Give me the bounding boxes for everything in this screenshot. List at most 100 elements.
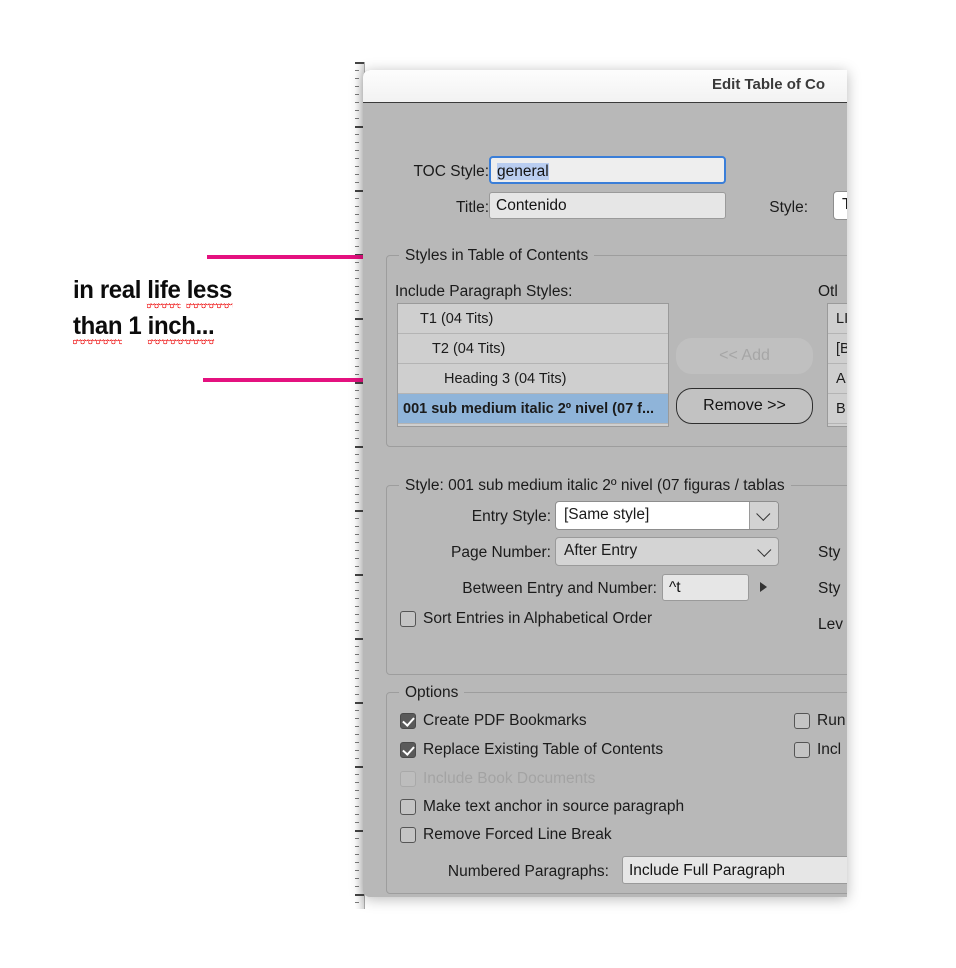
ruler-tick bbox=[355, 630, 359, 631]
run-in-checkbox[interactable] bbox=[794, 713, 810, 729]
entry-style-label: Entry Style: bbox=[471, 508, 551, 525]
ruler-tick bbox=[355, 598, 359, 599]
ruler-tick bbox=[355, 222, 359, 223]
ruler-tick bbox=[355, 774, 359, 775]
make-text-anchor-checkbox[interactable] bbox=[400, 799, 416, 815]
ruler-tick bbox=[355, 742, 359, 743]
create-pdf-bookmarks-checkbox[interactable] bbox=[400, 713, 416, 729]
ruler-tick bbox=[355, 342, 359, 343]
ruler-tick bbox=[355, 438, 359, 439]
ruler-tick bbox=[355, 694, 359, 695]
ruler-tick bbox=[355, 326, 359, 327]
ruler-tick bbox=[355, 374, 359, 375]
ruler-tick bbox=[355, 518, 359, 519]
ruler-tick bbox=[355, 270, 359, 271]
ruler-tick bbox=[355, 310, 359, 311]
remove-forced-line-break-label: Remove Forced Line Break bbox=[423, 826, 612, 843]
remove-style-button[interactable]: Remove >> bbox=[676, 388, 813, 424]
list-item[interactable]: [Ba bbox=[828, 334, 847, 364]
ruler-tick bbox=[355, 350, 359, 351]
ruler-tick bbox=[355, 662, 359, 663]
spellcheck-underline: than bbox=[73, 312, 123, 345]
ruler-tick bbox=[355, 214, 359, 215]
include-book-documents-label: Include Book Documents bbox=[423, 770, 596, 787]
remove-forced-line-break-checkbox[interactable] bbox=[400, 827, 416, 843]
ruler-tick bbox=[355, 838, 359, 839]
ruler-tick bbox=[355, 822, 359, 823]
list-item[interactable]: T2 (04 Tits) bbox=[398, 334, 668, 364]
ruler-tick bbox=[355, 78, 359, 79]
replace-existing-toc-checkbox[interactable] bbox=[400, 742, 416, 758]
ruler-tick bbox=[355, 462, 359, 463]
ruler-tick bbox=[355, 62, 364, 64]
chevron-down-icon[interactable] bbox=[757, 538, 772, 565]
list-item[interactable]: A b bbox=[828, 364, 847, 394]
triangle-right-icon[interactable] bbox=[760, 582, 767, 592]
list-item[interactable]: 001 sub medium italic 2º nivel (07 f... bbox=[398, 394, 668, 424]
toc-style-input[interactable]: general bbox=[489, 156, 726, 184]
ruler-tick bbox=[355, 366, 359, 367]
list-item[interactable]: Heading 3 (04 Tits) bbox=[398, 364, 668, 394]
ruler-tick bbox=[355, 550, 359, 551]
ruler-tick bbox=[355, 486, 359, 487]
add-style-button[interactable]: << Add bbox=[676, 338, 813, 374]
ruler-tick bbox=[355, 862, 359, 863]
title-style-popup[interactable]: T bbox=[833, 191, 847, 220]
ruler-tick bbox=[355, 430, 359, 431]
page-number-value: After Entry bbox=[564, 542, 638, 559]
replace-existing-toc-label: Replace Existing Table of Contents bbox=[423, 741, 664, 758]
list-item[interactable]: B T bbox=[828, 394, 847, 424]
ruler-tick bbox=[355, 86, 359, 87]
entry-style-popup[interactable]: [Same style] bbox=[555, 501, 779, 530]
ruler-tick bbox=[355, 710, 359, 711]
other-styles-list[interactable]: LIS [Ba A b B T bbox=[827, 303, 847, 427]
title-input[interactable]: Contenido bbox=[489, 192, 726, 219]
title-style-label: Style: bbox=[769, 199, 808, 216]
list-item[interactable]: LIS bbox=[828, 304, 847, 334]
ruler-tick bbox=[355, 750, 359, 751]
ruler-tick bbox=[355, 262, 359, 263]
ruler-tick bbox=[355, 238, 359, 239]
dialog-title: Edit Table of Co bbox=[712, 76, 826, 93]
ruler-tick bbox=[355, 334, 359, 335]
include-paragraph-styles-label: Include Paragraph Styles: bbox=[395, 283, 573, 300]
ruler-tick bbox=[355, 246, 359, 247]
ruler-tick bbox=[355, 646, 359, 647]
ruler-tick bbox=[355, 758, 359, 759]
ruler-tick bbox=[355, 718, 359, 719]
other-styles-label: Otl bbox=[818, 283, 838, 300]
annotation-word: in bbox=[73, 276, 94, 304]
style-group-legend: Style: 001 sub medium italic 2º nivel (0… bbox=[399, 477, 791, 495]
annotation-word: 1 bbox=[128, 312, 142, 340]
include-paragraph-styles-list[interactable]: T1 (04 Tits) T2 (04 Tits) Heading 3 (04 … bbox=[397, 303, 669, 427]
include-hidden-layers-checkbox[interactable] bbox=[794, 742, 810, 758]
ruler-tick bbox=[355, 566, 359, 567]
ruler-tick bbox=[355, 142, 359, 143]
ruler-tick bbox=[355, 686, 359, 687]
page-number-popup[interactable]: After Entry bbox=[555, 537, 779, 566]
list-item[interactable]: T1 (04 Tits) bbox=[398, 304, 668, 334]
ruler-tick bbox=[355, 414, 359, 415]
ruler-tick bbox=[355, 390, 359, 391]
ruler-tick bbox=[355, 134, 359, 135]
ruler-tick bbox=[355, 806, 359, 807]
ruler-tick bbox=[355, 302, 359, 303]
ruler-tick bbox=[355, 534, 359, 535]
sort-entries-checkbox[interactable] bbox=[400, 611, 416, 627]
ruler-tick bbox=[355, 870, 359, 871]
ruler-tick bbox=[355, 94, 359, 95]
numbered-paragraphs-popup[interactable]: Include Full Paragraph bbox=[622, 856, 847, 884]
chevron-down-icon[interactable] bbox=[749, 502, 778, 529]
ruler-tick bbox=[355, 470, 359, 471]
ruler-tick bbox=[355, 502, 359, 503]
create-pdf-bookmarks-label: Create PDF Bookmarks bbox=[423, 712, 587, 729]
ruler-tick bbox=[355, 782, 359, 783]
between-entry-number-label: Between Entry and Number: bbox=[462, 580, 657, 597]
between-entry-number-input[interactable]: ^t bbox=[662, 574, 749, 601]
ruler-tick bbox=[355, 278, 359, 279]
ruler-tick bbox=[355, 526, 359, 527]
toc-style-value: general bbox=[497, 163, 549, 180]
include-book-documents-checkbox bbox=[400, 771, 416, 787]
ruler-tick bbox=[355, 846, 359, 847]
ruler-tick bbox=[355, 150, 359, 151]
